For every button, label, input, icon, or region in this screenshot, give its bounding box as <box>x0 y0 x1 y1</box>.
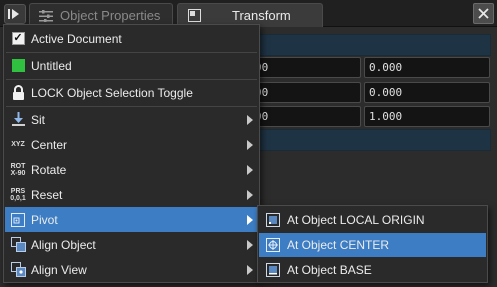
submenu-arrow-icon <box>247 115 253 125</box>
menu-item-label: Rotate <box>31 163 67 177</box>
xyz-center-icon: XYZ <box>10 136 26 153</box>
menu-item-label: Pivot <box>31 213 58 227</box>
checkbox-checked-icon[interactable]: ✓ <box>10 30 26 47</box>
value-field[interactable]: 00 <box>250 106 361 127</box>
context-menu: ✓ Active Document Untitled LOCK Object S… <box>3 24 260 283</box>
submenu-item-object-base[interactable]: At Object BASE <box>259 258 486 282</box>
value-field[interactable]: 00 <box>250 82 361 103</box>
menu-item-lock-selection[interactable]: LOCK Object Selection Toggle <box>5 80 258 105</box>
collapse-panel-icon <box>8 9 19 19</box>
menu-item-center[interactable]: XYZ Center <box>5 132 258 157</box>
menu-item-label: Active Document <box>31 32 122 46</box>
icon-text: XYZ <box>11 141 25 148</box>
object-center-icon <box>265 237 281 253</box>
value-field[interactable]: 0.000 <box>364 57 490 78</box>
section-header-bar[interactable] <box>250 34 491 56</box>
menu-item-label: Untitled <box>31 59 72 73</box>
icon-text: 0,0,1 <box>10 194 26 202</box>
submenu-arrow-icon <box>247 215 253 225</box>
menu-item-pivot[interactable]: Pivot <box>5 207 258 232</box>
local-origin-icon <box>265 212 281 228</box>
menu-item-sit[interactable]: Sit <box>5 107 258 132</box>
tab-label: Object Properties <box>60 8 161 23</box>
menu-item-label: Align Object <box>31 238 96 252</box>
icon-text: ROT <box>10 162 26 170</box>
submenu-item-label: At Object BASE <box>287 263 372 277</box>
tab-label: Transform <box>232 8 291 23</box>
submenu-arrow-icon <box>247 165 253 175</box>
reset-icon: PRS 0,0,1 <box>10 186 26 203</box>
pivot-icon <box>10 211 26 228</box>
lock-icon <box>10 84 26 101</box>
value-field[interactable]: 0.000 <box>364 82 490 103</box>
icon-text: PRS <box>10 187 26 195</box>
menu-item-label: Center <box>31 138 68 152</box>
section-header-bar[interactable] <box>250 129 491 151</box>
align-object-icon <box>10 236 26 253</box>
align-view-icon <box>10 261 26 278</box>
menu-item-label: Align View <box>31 263 87 277</box>
submenu-item-local-origin[interactable]: At Object LOCAL ORIGIN <box>259 208 486 232</box>
collapse-panel-button[interactable] <box>4 4 26 24</box>
value-field[interactable]: 1.000 <box>364 106 490 127</box>
icon-text: X-90 <box>10 169 26 177</box>
menu-item-active-document[interactable]: ✓ Active Document <box>5 26 258 51</box>
submenu-arrow-icon <box>247 140 253 150</box>
menu-item-rotate[interactable]: ROT X-90 Rotate <box>5 157 258 182</box>
rotate-icon: ROT X-90 <box>10 161 26 178</box>
menu-item-align-view[interactable]: Align View <box>5 257 258 282</box>
sliders-icon <box>38 8 54 24</box>
sit-icon <box>10 111 26 128</box>
submenu-item-object-center[interactable]: At Object CENTER <box>259 233 486 257</box>
object-base-icon <box>265 262 281 278</box>
submenu-item-label: At Object CENTER <box>287 238 390 252</box>
green-swatch-icon <box>10 57 26 74</box>
menu-item-untitled[interactable]: Untitled <box>5 53 258 78</box>
submenu-arrow-icon <box>247 240 253 250</box>
menu-item-reset[interactable]: PRS 0,0,1 Reset <box>5 182 258 207</box>
close-button[interactable] <box>473 3 494 24</box>
transform-icon <box>186 8 202 24</box>
submenu-arrow-icon <box>247 265 253 275</box>
pivot-submenu: At Object LOCAL ORIGIN At Object CENTER … <box>257 205 488 283</box>
menu-item-align-object[interactable]: Align Object <box>5 232 258 257</box>
submenu-arrow-icon <box>247 190 253 200</box>
value-field[interactable]: 00 <box>250 57 361 78</box>
menu-item-label: Reset <box>31 188 63 202</box>
close-icon <box>478 8 489 19</box>
tab-bar: Object Properties Transform <box>0 0 497 27</box>
menu-item-label: LOCK Object Selection Toggle <box>31 86 193 100</box>
menu-item-label: Sit <box>31 113 46 127</box>
submenu-item-label: At Object LOCAL ORIGIN <box>287 213 425 227</box>
